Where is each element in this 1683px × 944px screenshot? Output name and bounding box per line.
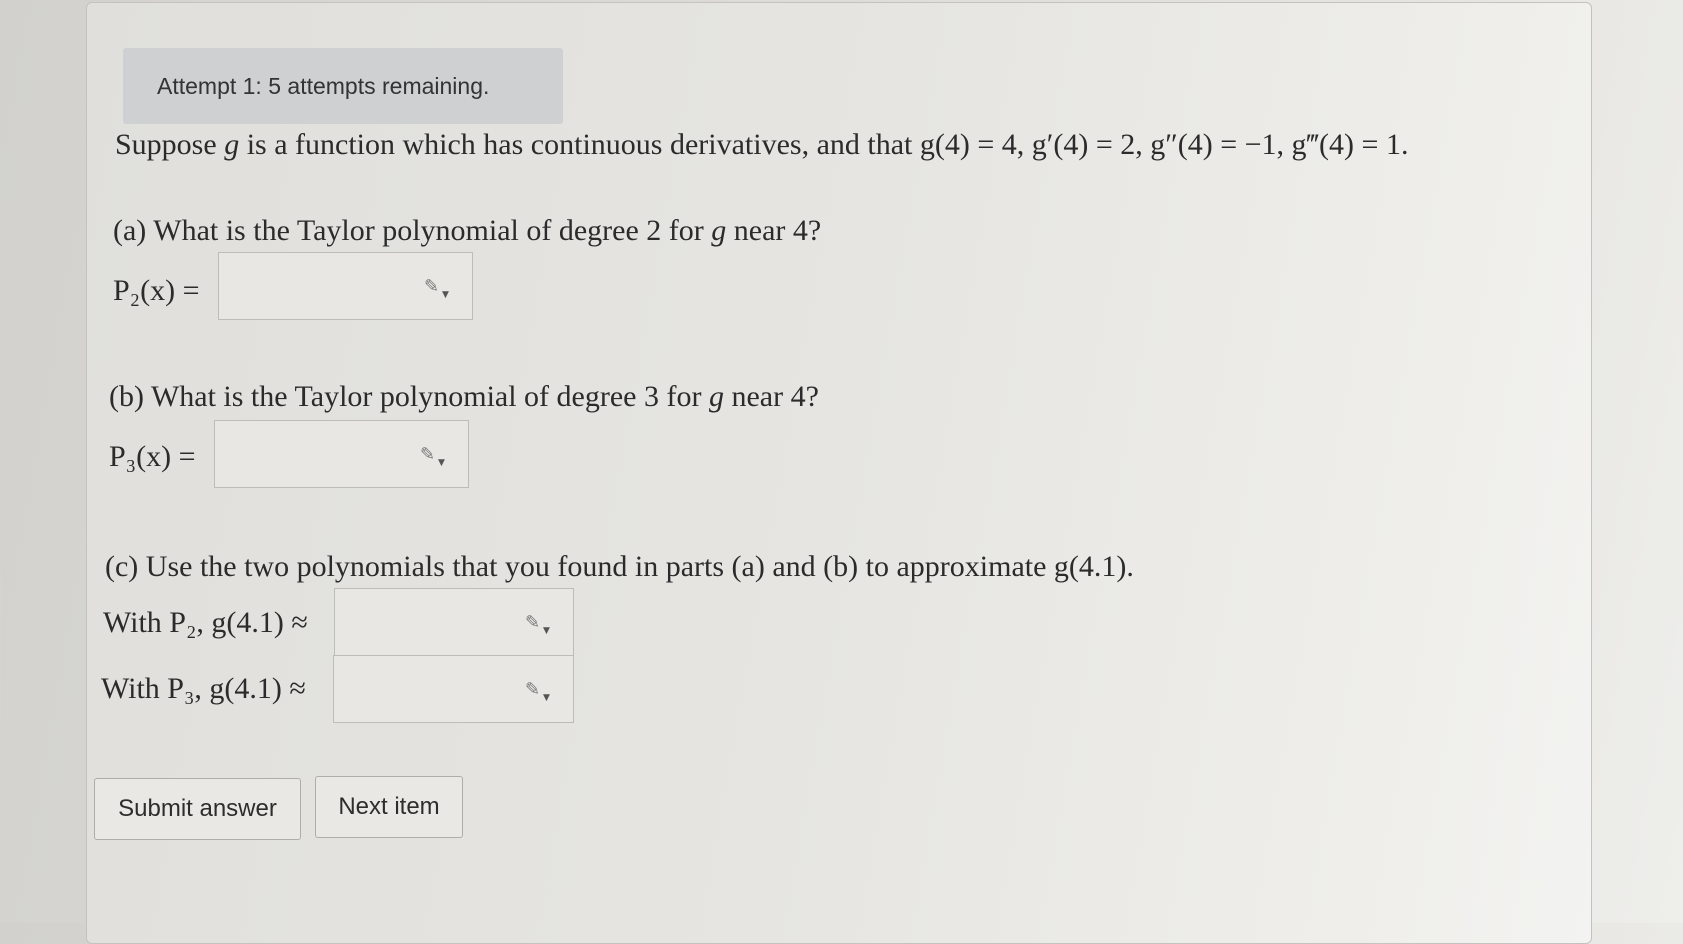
p2-approx-label: With P₂, g(4.1) ≈ xyxy=(103,606,308,639)
part-a-question: (a) What is the Taylor polynomial of deg… xyxy=(113,214,822,247)
part-c-question: (c) Use the two polynomials that you fou… xyxy=(105,550,1134,583)
problem-statement: Suppose g is a function which has contin… xyxy=(115,128,1409,161)
attempt-banner: Attempt 1: 5 attempts remaining. xyxy=(123,48,563,124)
p2-answer-box[interactable]: ✎ ▼ xyxy=(218,252,473,320)
submit-answer-button[interactable]: Submit answer xyxy=(94,778,301,840)
pencil-dropdown-icon[interactable]: ✎ ▼ xyxy=(525,678,555,703)
next-item-button[interactable]: Next item xyxy=(315,776,463,838)
p3-label: P₃(x) = xyxy=(109,440,196,473)
attempt-banner-text: Attempt 1: 5 attempts remaining. xyxy=(157,72,490,99)
pencil-dropdown-icon[interactable]: ✎ ▼ xyxy=(420,443,450,468)
p3-approx-answer-box[interactable]: ✎ ▼ xyxy=(333,655,574,723)
pencil-dropdown-icon[interactable]: ✎ ▼ xyxy=(424,275,454,300)
p3-answer-box[interactable]: ✎ ▼ xyxy=(214,420,469,488)
pencil-dropdown-icon[interactable]: ✎ ▼ xyxy=(525,611,555,636)
p2-label: P₂(x) = xyxy=(113,274,200,307)
p2-approx-answer-box[interactable]: ✎ ▼ xyxy=(334,588,574,656)
p3-approx-label: With P₃, g(4.1) ≈ xyxy=(101,672,306,705)
part-b-question: (b) What is the Taylor polynomial of deg… xyxy=(109,380,819,413)
